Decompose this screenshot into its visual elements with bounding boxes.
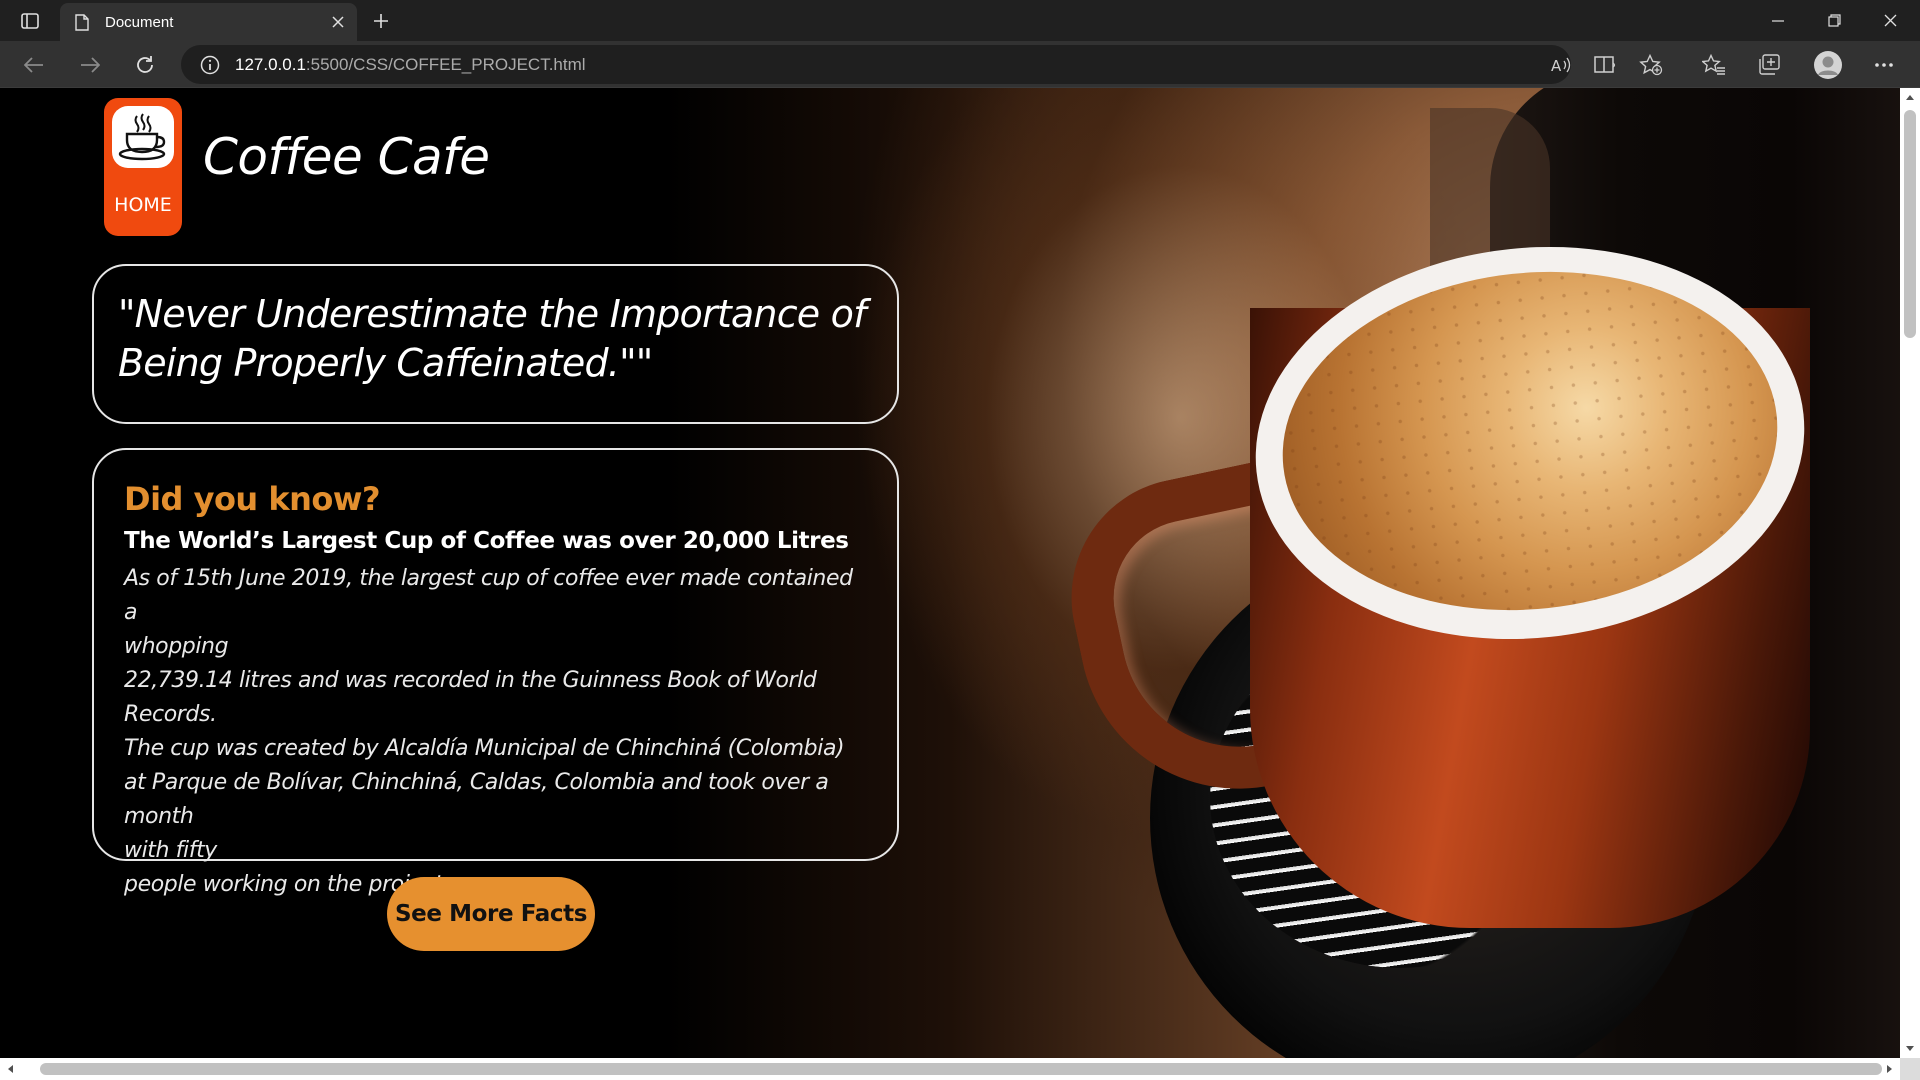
facts-line: 22,739.14 litres and was recorded in the… [124,668,817,727]
scroll-down-icon[interactable] [1900,1040,1920,1058]
see-more-facts-button[interactable]: See More Facts [387,877,595,951]
facts-body: As of 15th June 2019, the largest cup of… [124,562,867,902]
sidebar-toggle-icon[interactable] [14,8,46,34]
close-window-button[interactable] [1862,0,1918,41]
quote-text: "Never Underestimate the Importance of B… [118,292,866,385]
more-icon[interactable] [1866,47,1902,83]
favorites-icon[interactable] [1696,47,1732,83]
back-button[interactable] [16,47,52,83]
scrollbar-corner [1900,1058,1920,1080]
horizontal-scroll-thumb[interactable] [40,1063,1882,1075]
facts-subheading: The World’s Largest Cup of Coffee was ov… [124,528,849,554]
close-tab-icon[interactable] [323,7,353,37]
tab-title: Document [105,13,174,31]
facts-line: As of 15th June 2019, the largest cup of… [124,566,853,625]
immersive-reader-icon[interactable] [1588,47,1624,83]
browser-tab[interactable]: Document [60,3,357,41]
url-host: 127.0.0.1 [235,54,306,74]
scroll-up-icon[interactable] [1900,88,1920,106]
facts-line: at Parque de Bolívar, Chinchiná, Caldas,… [124,770,829,829]
profile-icon[interactable] [1810,47,1846,83]
document-icon [73,13,91,31]
refresh-button[interactable] [127,47,163,83]
svg-text:A: A [1551,57,1562,75]
restore-button[interactable] [1806,0,1862,41]
logo-label: HOME [114,194,172,216]
collections-icon[interactable] [1752,47,1788,83]
quote-box: "Never Underestimate the Importance of B… [92,264,899,424]
facts-line: whopping [124,634,229,659]
new-tab-button[interactable] [366,6,396,36]
add-favorite-icon[interactable] [1633,47,1669,83]
url-path: :5500/CSS/COFFEE_PROJECT.html [305,54,586,74]
page-viewport: HOME Coffee Cafe "Never Underestimate th… [0,88,1900,1058]
browser-toolbar: 127.0.0.1:5500/CSS/COFFEE_PROJECT.html A [0,41,1920,88]
url-text: 127.0.0.1:5500/CSS/COFFEE_PROJECT.html [235,55,586,75]
horizontal-scrollbar[interactable] [0,1058,1900,1080]
brand-title: Coffee Cafe [203,128,490,186]
facts-box: Did you know? The World’s Largest Cup of… [92,448,899,897]
title-bar: Document [0,0,1920,41]
coffee-cup-icon [112,106,174,168]
facts-heading: Did you know? [124,480,381,518]
vertical-scroll-thumb[interactable] [1904,110,1916,338]
forward-button[interactable] [72,47,108,83]
minimize-button[interactable] [1750,0,1806,41]
vertical-scrollbar[interactable] [1900,88,1920,1058]
read-aloud-icon[interactable]: A [1543,47,1579,83]
scroll-right-icon[interactable] [1880,1058,1900,1080]
address-bar[interactable]: 127.0.0.1:5500/CSS/COFFEE_PROJECT.html [181,45,1571,84]
info-icon[interactable] [199,54,221,76]
home-logo-button[interactable]: HOME [104,98,182,236]
facts-line: The cup was created by Alcaldía Municipa… [124,736,845,761]
scroll-left-icon[interactable] [0,1058,20,1080]
facts-line: with fifty [124,838,217,863]
